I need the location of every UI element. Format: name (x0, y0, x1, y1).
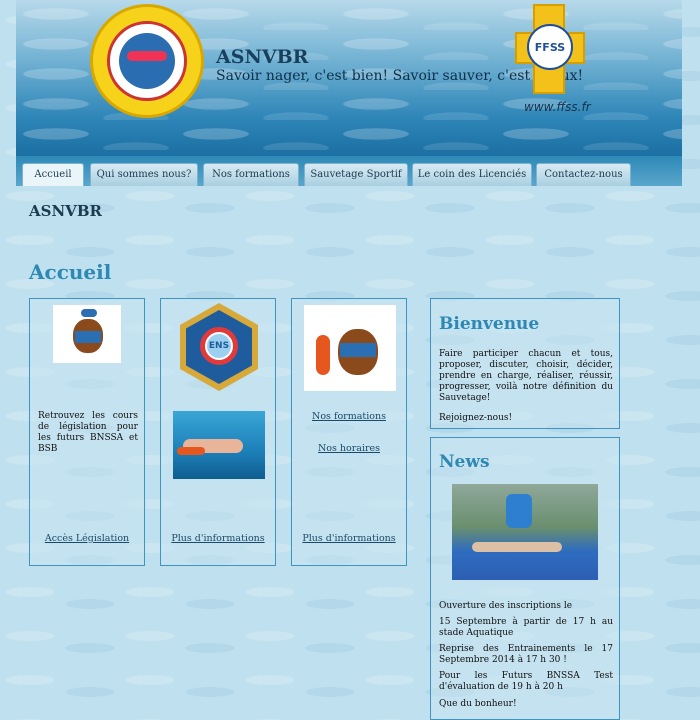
news-item: Que du bonheur! (439, 699, 517, 709)
asnvbr-logo[interactable] (90, 4, 204, 118)
breadcrumb-title: ASNVBR (29, 202, 102, 220)
site-title[interactable]: ASNVBR (216, 46, 308, 68)
beaver-shirt (340, 343, 376, 357)
news-title: News (439, 452, 490, 472)
mannequin-figure (472, 542, 562, 552)
column-formations: Nos formations Nos horaires Plus d'infor… (291, 298, 407, 566)
nos-horaires-link[interactable]: Nos horaires (292, 443, 406, 454)
news-item: 15 Septembre à partir de 17 h au stade A… (439, 617, 613, 638)
tab-coin-licencies[interactable]: Le coin des Licenciés (412, 163, 532, 186)
legislation-text: Retrouvez les cours de législation pour … (38, 411, 138, 454)
welcome-text: Faire participer chacun et tous, propose… (439, 349, 613, 403)
nos-formations-link[interactable]: Nos formations (292, 411, 406, 422)
beaver-mascot-running-image (53, 305, 121, 363)
welcome-box: Bienvenue Faire participer chacun et tou… (430, 298, 620, 429)
formations-more-info-link[interactable]: Plus d'informations (292, 533, 406, 544)
site-header: ASNVBR Savoir nager, c'est bien! Savoir … (16, 0, 682, 156)
page-title: Accueil (29, 260, 112, 284)
column-ens: ENS Plus d'informations (160, 298, 276, 566)
tab-contactez-nous[interactable]: Contactez-nous (536, 163, 631, 186)
news-photo (452, 484, 598, 580)
tab-qui-sommes-nous[interactable]: Qui sommes nous? (90, 163, 198, 186)
news-item: Pour les Futurs BNSSA Test d'évaluation … (439, 671, 613, 692)
tab-sauvetage-sportif[interactable]: Sauvetage Sportif (304, 163, 408, 186)
ens-badge-text: ENS (207, 334, 231, 358)
news-box: News Ouverture des inscriptions le 15 Se… (430, 437, 620, 720)
welcome-cta: Rejoignez-nous! (439, 413, 513, 423)
column-legislation: Retrouvez les cours de législation pour … (29, 298, 145, 566)
main-navigation: Accueil Qui sommes nous? Nos formations … (16, 156, 682, 186)
beaver-rescue-mascot-image (304, 305, 396, 391)
ffss-logo[interactable]: FFSS (515, 4, 585, 98)
ens-more-info-link[interactable]: Plus d'informations (161, 533, 275, 544)
tab-accueil[interactable]: Accueil (22, 163, 84, 186)
logo-swimmer-icon (127, 51, 167, 61)
ffss-url[interactable]: www.ffss.fr (524, 100, 591, 114)
welcome-title: Bienvenue (439, 314, 540, 334)
news-item: Reprise des Entrainements le 17 Septembr… (439, 644, 613, 665)
beaver-shirt (75, 331, 101, 343)
beaver-cap (81, 309, 97, 317)
swimmer-photo (173, 411, 265, 479)
instructor-figure (506, 494, 532, 528)
legislation-link[interactable]: Accès Législation (30, 533, 144, 544)
ffss-disc: FFSS (527, 24, 573, 70)
rescue-tube-icon (177, 447, 205, 455)
logo-inner (119, 33, 175, 89)
lifebuoy-icon: ENS (200, 327, 238, 365)
news-item: Ouverture des inscriptions le (439, 601, 573, 611)
rescue-buoy-icon (316, 335, 330, 375)
tab-nos-formations[interactable]: Nos formations (203, 163, 299, 186)
